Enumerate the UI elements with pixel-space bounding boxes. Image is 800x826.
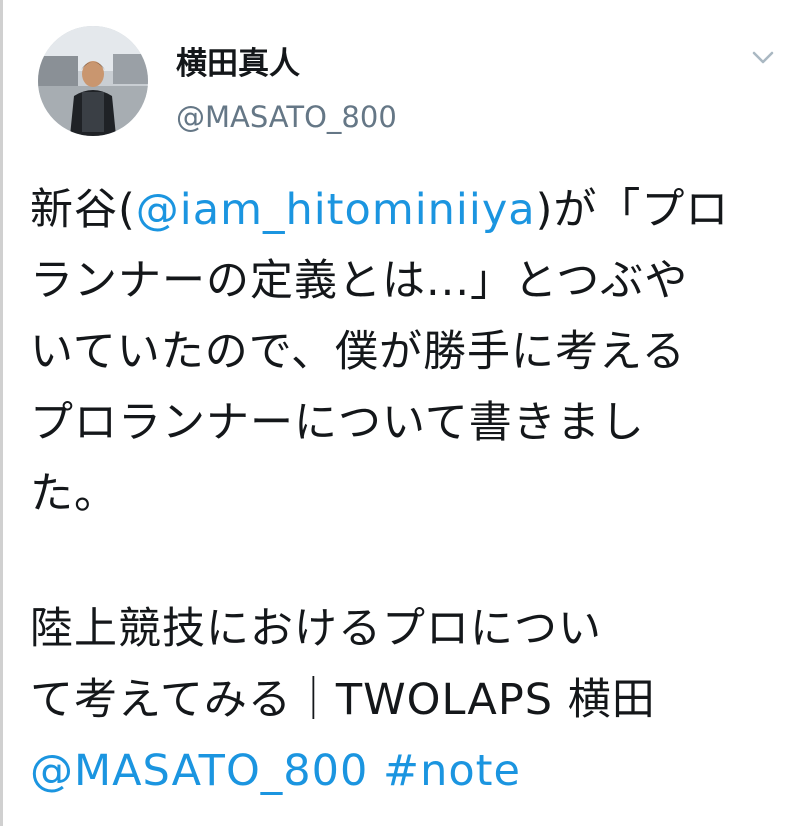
- avatar-photo: [38, 26, 148, 136]
- tweet-line: 新谷(@iam_hitominiiya)が「プロ: [30, 175, 770, 246]
- tweet-line: @MASATO_800 #note: [30, 736, 770, 807]
- mention-link[interactable]: @MASATO_800: [30, 746, 368, 796]
- author-handle[interactable]: @MASATO_800: [176, 97, 397, 137]
- author-name[interactable]: 横田真人: [176, 44, 300, 84]
- mention-link[interactable]: @iam_hitominiiya: [136, 185, 536, 235]
- tweet-line: プロランナーについて書きまし: [30, 398, 645, 448]
- avatar[interactable]: [38, 26, 148, 136]
- tweet-line: た。: [30, 469, 118, 519]
- tweet-line: 陸上競技におけるプロについ: [30, 604, 602, 654]
- tweet-line: ランナーの定義とは...」とつぶや: [30, 256, 689, 306]
- tweet-text: 新谷(@iam_hitominiiya)が「プロ ランナーの定義とは...」とつ…: [30, 175, 770, 807]
- tweet-text-segment: )が「プロ: [535, 185, 730, 235]
- tweet-line: いていたので、僕が勝手に考える: [30, 327, 686, 377]
- tweet-text-segment: 新谷(: [30, 185, 136, 235]
- chevron-down-icon[interactable]: [746, 44, 780, 72]
- tweet-line: て考えてみる｜TWOLAPS 横田: [30, 675, 656, 725]
- hashtag-link[interactable]: #note: [383, 746, 521, 796]
- left-border: [0, 0, 3, 826]
